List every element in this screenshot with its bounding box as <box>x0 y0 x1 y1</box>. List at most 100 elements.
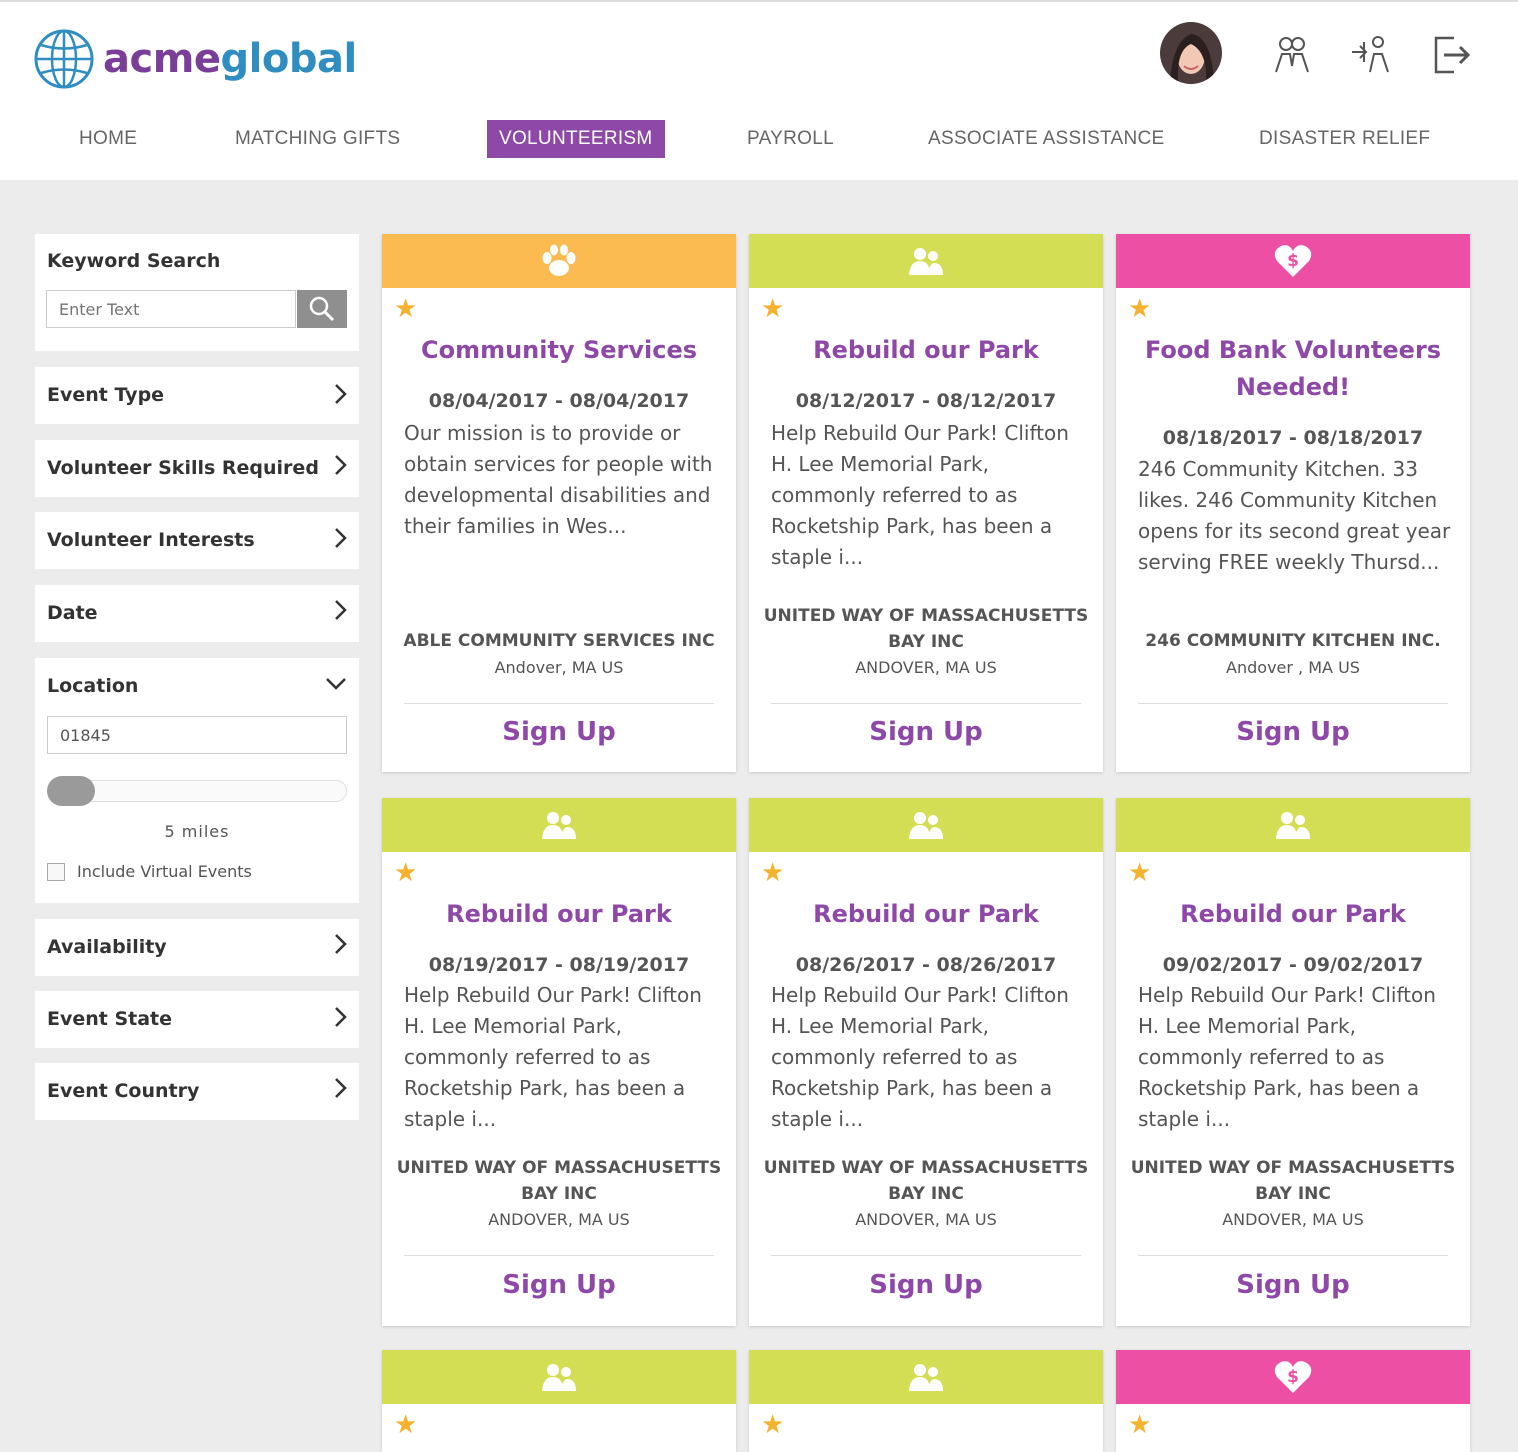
event-description: Our mission is to provide or obtain serv… <box>404 421 713 538</box>
brand-name: acmeglobal <box>103 39 357 79</box>
card-category-band <box>749 798 1103 852</box>
keyword-search-panel: Keyword Search <box>35 234 359 351</box>
filter-label: Volunteer Interests <box>47 529 255 551</box>
event-title[interactable]: Rebuild our Park <box>749 896 1103 933</box>
filter-label: Event Type <box>47 384 165 406</box>
event-title[interactable]: Rebuild our Park <box>1116 896 1470 933</box>
nav-payroll[interactable]: PAYROLL <box>747 120 834 158</box>
sign-up-button[interactable]: Sign Up <box>749 717 1103 747</box>
people-icon[interactable] <box>1270 32 1314 76</box>
svg-text:$: $ <box>1287 1367 1299 1387</box>
chevron-right-icon <box>335 384 347 404</box>
filter-event-country[interactable]: Event Country <box>35 1063 359 1120</box>
event-organization: UNITED WAY OF MASSACHUSETTS BAY INC <box>1130 1158 1456 1204</box>
favorite-star-icon[interactable]: ★ <box>1128 1412 1151 1438</box>
event-title[interactable]: Rebuild our Park <box>749 332 1103 369</box>
include-virtual-checkbox[interactable] <box>47 862 65 881</box>
favorite-star-icon[interactable]: ★ <box>394 296 417 322</box>
favorite-star-icon[interactable]: ★ <box>1128 860 1151 886</box>
nav-disaster-relief[interactable]: DISASTER RELIEF <box>1259 120 1430 158</box>
favorite-star-icon[interactable]: ★ <box>1128 296 1151 322</box>
event-card: ★ Rebuild our Park 08/19/2017 - 08/19/20… <box>382 798 736 1326</box>
filter-location: Location 5 miles Include Virtual Events <box>35 658 359 903</box>
search-button[interactable] <box>297 290 347 328</box>
people-icon <box>1276 812 1310 839</box>
event-card: ★ Community Services 08/04/2017 - 08/04/… <box>382 234 736 772</box>
user-avatar[interactable] <box>1160 22 1222 84</box>
chevron-right-icon <box>335 1078 347 1098</box>
people-icon <box>909 248 943 275</box>
event-location: ANDOVER, MA US <box>855 1210 997 1229</box>
event-title[interactable]: Community Services <box>382 332 736 369</box>
card-divider <box>1138 703 1448 704</box>
radius-slider-thumb[interactable] <box>47 776 95 806</box>
filter-label: Event Country <box>47 1080 200 1102</box>
sign-up-button[interactable]: Sign Up <box>382 717 736 747</box>
filter-label: Event State <box>47 1008 173 1030</box>
favorite-star-icon[interactable]: ★ <box>761 296 784 322</box>
heart-dollar-icon: $ <box>1274 1361 1312 1393</box>
filter-availability[interactable]: Availability <box>35 919 359 976</box>
sign-up-button[interactable]: Sign Up <box>1116 1270 1470 1300</box>
favorite-star-icon[interactable]: ★ <box>394 860 417 886</box>
brand-logo[interactable]: acmeglobal <box>33 28 357 90</box>
people-icon <box>909 812 943 839</box>
favorite-star-icon[interactable]: ★ <box>761 860 784 886</box>
heart-dollar-icon: $ <box>1274 245 1312 277</box>
card-category-band <box>749 1350 1103 1404</box>
event-description: Help Rebuild Our Park! Clifton H. Lee Me… <box>771 983 1069 1131</box>
filter-date[interactable]: Date <box>35 585 359 642</box>
card-category-band <box>1116 798 1470 852</box>
event-date: 08/18/2017 - 08/18/2017 <box>1162 427 1424 449</box>
event-location: Andover, MA US <box>494 658 624 677</box>
event-organization: UNITED WAY OF MASSACHUSETTS BAY INC <box>396 1158 722 1204</box>
event-organization: UNITED WAY OF MASSACHUSETTS BAY INC <box>763 606 1089 652</box>
card-divider <box>404 703 714 704</box>
card-category-band: $ <box>1116 1350 1470 1404</box>
filter-label: Availability <box>47 936 167 958</box>
nav-home[interactable]: HOME <box>79 120 137 158</box>
card-category-band <box>749 234 1103 288</box>
share-people-icon[interactable] <box>1350 32 1394 76</box>
event-card: $ ★ <box>1116 1350 1470 1452</box>
sign-up-button[interactable]: Sign Up <box>749 1270 1103 1300</box>
event-card: $ ★ Food Bank Volunteers Needed! 08/18/2… <box>1116 234 1470 772</box>
event-date: 09/02/2017 - 09/02/2017 <box>1162 954 1424 976</box>
header-actions <box>1160 22 1480 86</box>
keyword-search-input[interactable] <box>46 290 296 328</box>
event-organization: UNITED WAY OF MASSACHUSETTS BAY INC <box>763 1158 1089 1204</box>
logout-icon[interactable] <box>1430 32 1474 76</box>
card-category-band: $ <box>1116 234 1470 288</box>
event-location: ANDOVER, MA US <box>1222 1210 1364 1229</box>
filter-volunteer-skills[interactable]: Volunteer Skills Required <box>35 440 359 497</box>
card-divider <box>404 1255 714 1256</box>
favorite-star-icon[interactable]: ★ <box>394 1412 417 1438</box>
event-title[interactable]: Food Bank Volunteers Needed! <box>1116 332 1470 406</box>
card-divider <box>771 1255 1081 1256</box>
filter-label: Date <box>47 602 98 624</box>
favorite-star-icon[interactable]: ★ <box>761 1412 784 1438</box>
event-date: 08/04/2017 - 08/04/2017 <box>428 390 690 412</box>
include-virtual-events: Include Virtual Events <box>47 862 252 881</box>
nav-associate-assistance[interactable]: ASSOCIATE ASSISTANCE <box>928 120 1165 158</box>
chevron-down-icon[interactable] <box>325 676 347 692</box>
event-date: 08/12/2017 - 08/12/2017 <box>795 390 1057 412</box>
filter-event-type[interactable]: Event Type <box>35 367 359 424</box>
radius-label: 5 miles <box>164 822 230 841</box>
sign-up-button[interactable]: Sign Up <box>382 1270 736 1300</box>
card-divider <box>771 703 1081 704</box>
sign-up-button[interactable]: Sign Up <box>1116 717 1470 747</box>
event-title[interactable]: Rebuild our Park <box>382 896 736 933</box>
filter-volunteer-interests[interactable]: Volunteer Interests <box>35 512 359 569</box>
keyword-search-title: Keyword Search <box>47 250 221 272</box>
filter-event-state[interactable]: Event State <box>35 991 359 1048</box>
people-icon <box>909 1364 943 1391</box>
svg-text:$: $ <box>1287 251 1299 271</box>
globe-icon <box>34 29 94 89</box>
event-card: ★ <box>749 1350 1103 1452</box>
chevron-right-icon <box>335 1007 347 1027</box>
nav-volunteerism[interactable]: VOLUNTEERISM <box>487 120 665 158</box>
location-zip-input[interactable] <box>47 716 347 754</box>
nav-matching-gifts[interactable]: MATCHING GIFTS <box>235 120 400 158</box>
event-card: ★ Rebuild our Park 09/02/2017 - 09/02/20… <box>1116 798 1470 1326</box>
